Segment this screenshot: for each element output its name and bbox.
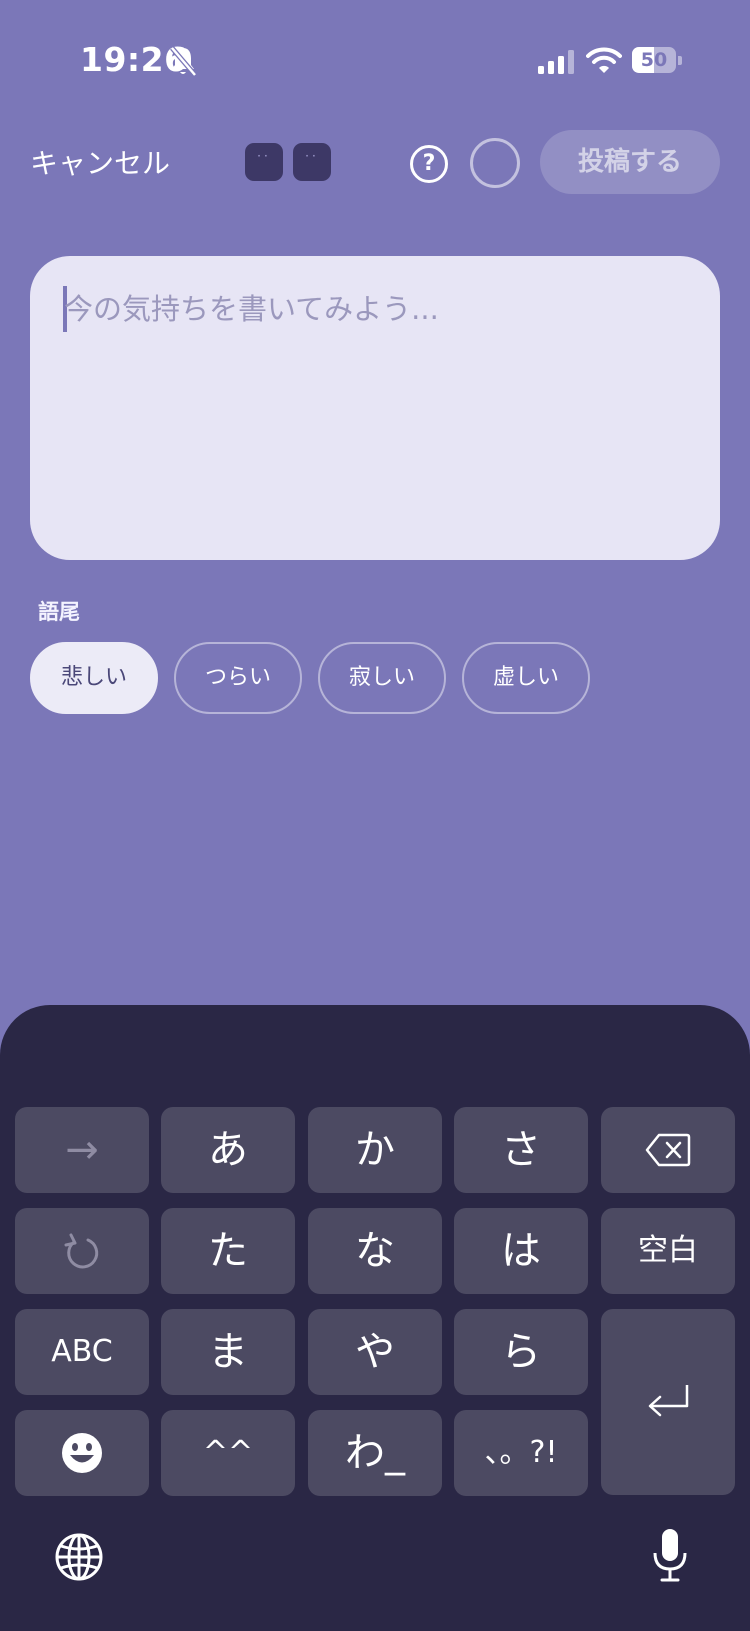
emoji-icon	[62, 1433, 102, 1473]
text-placeholder: 今の気持ちを書いてみよう...	[64, 292, 439, 326]
key-ya[interactable]: や	[308, 1309, 442, 1395]
key-sa[interactable]: さ	[454, 1107, 588, 1193]
cancel-button[interactable]: キャンセル	[30, 142, 170, 182]
mode-toggle-left[interactable]: ··	[245, 143, 283, 181]
post-button[interactable]: 投稿する	[540, 130, 720, 194]
mic-icon[interactable]	[652, 1527, 688, 1583]
bell-slash-icon	[170, 46, 197, 77]
enter-icon	[648, 1385, 689, 1417]
help-icon[interactable]: ?	[410, 145, 448, 183]
key-ra[interactable]: ら	[454, 1309, 588, 1395]
undo-icon	[64, 1233, 99, 1269]
enter-key[interactable]	[601, 1309, 735, 1495]
suffix-chip[interactable]: つらい	[174, 642, 302, 714]
key-a[interactable]: あ	[161, 1107, 295, 1193]
battery-icon: 50	[632, 47, 682, 73]
suffix-chip[interactable]: 寂しい	[318, 642, 446, 714]
suffix-chip[interactable]: 虚しい	[462, 642, 590, 714]
suffix-section-label: 語尾	[38, 600, 80, 624]
suffix-chip[interactable]: 悲しい	[30, 642, 158, 714]
emoji-key[interactable]	[15, 1410, 149, 1496]
key-ma[interactable]: ま	[161, 1309, 295, 1395]
globe-icon[interactable]	[54, 1532, 104, 1582]
key-punctuation[interactable]: 、。?!	[454, 1410, 588, 1496]
battery-percent: 50	[640, 49, 668, 71]
key-ta[interactable]: た	[161, 1208, 295, 1294]
undo-key[interactable]	[15, 1208, 149, 1294]
key-ha[interactable]: は	[454, 1208, 588, 1294]
key-ka[interactable]: か	[308, 1107, 442, 1193]
character-count-ring	[470, 138, 520, 188]
space-key[interactable]: 空白	[601, 1208, 735, 1294]
abc-key[interactable]: ABC	[15, 1309, 149, 1395]
key-kaomoji[interactable]: ^^	[161, 1410, 295, 1496]
key-next[interactable]: →	[15, 1107, 149, 1193]
keyboard: → あ か さ た な は 空白 ABC ま や ら ^^ わ_ 、。?!	[0, 1005, 750, 1631]
key-wa[interactable]: わ_	[308, 1410, 442, 1496]
signal-icon	[538, 50, 574, 74]
key-na[interactable]: な	[308, 1208, 442, 1294]
wifi-icon	[586, 47, 622, 73]
delete-key[interactable]	[601, 1107, 735, 1193]
post-text-area[interactable]: 今の気持ちを書いてみよう...	[30, 256, 720, 560]
delete-icon	[645, 1133, 691, 1167]
mode-toggle-right[interactable]: ··	[293, 143, 331, 181]
